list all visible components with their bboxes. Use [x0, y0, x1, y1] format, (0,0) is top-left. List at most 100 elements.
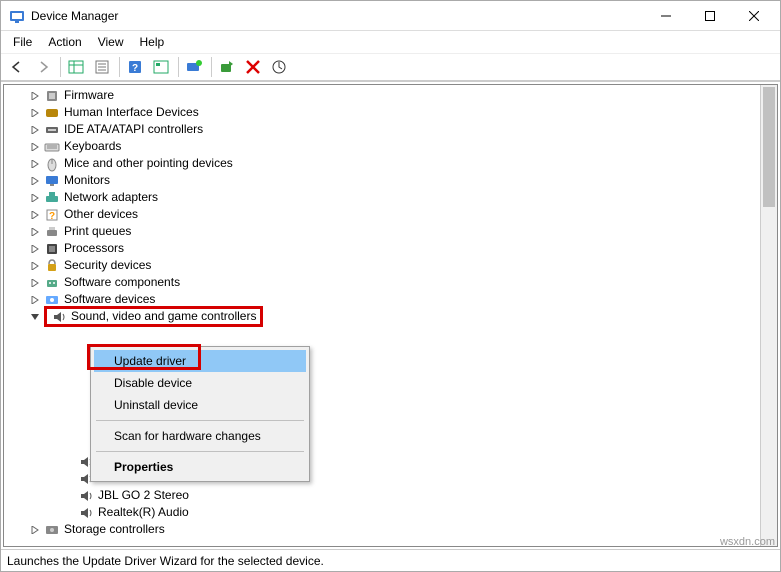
menubar: File Action View Help — [1, 31, 780, 53]
context-menu-item[interactable]: Properties — [94, 456, 306, 478]
toolbar: ? — [1, 53, 780, 81]
expand-icon — [28, 106, 42, 120]
tree-item-label: Firmware — [64, 87, 114, 104]
tree-item-label: Print queues — [64, 223, 131, 240]
tree-item-label: Realtek(R) Audio — [98, 504, 189, 521]
device-tree-container: FirmwareHuman Interface DevicesIDE ATA/A… — [3, 84, 778, 547]
menu-action[interactable]: Action — [40, 33, 89, 51]
tree-item-label: Monitors — [64, 172, 110, 189]
tree-item-label: Sound, video and game controllers — [71, 308, 256, 325]
expand-icon — [28, 293, 42, 307]
watermark: wsxdn.com — [720, 536, 775, 548]
sound-icon — [51, 309, 67, 325]
no-expand — [62, 455, 76, 469]
scrollbar-thumb[interactable] — [763, 87, 775, 207]
expand-icon — [28, 140, 42, 154]
sound-icon — [78, 488, 94, 504]
svg-text:?: ? — [49, 211, 55, 222]
tree-item[interactable]: Realtek(R) Audio — [12, 504, 777, 521]
tree-item[interactable]: Mice and other pointing devices — [12, 155, 777, 172]
tree-item[interactable]: Security devices — [12, 257, 777, 274]
action-panel-button[interactable] — [149, 55, 173, 79]
highlight-sound-category: Sound, video and game controllers — [44, 306, 263, 327]
tree-item[interactable]: Processors — [12, 240, 777, 257]
tree-item[interactable]: Human Interface Devices — [12, 104, 777, 121]
tree-item-label: IDE ATA/ATAPI controllers — [64, 121, 203, 138]
svg-text:?: ? — [132, 63, 138, 74]
menu-view[interactable]: View — [90, 33, 132, 51]
close-button[interactable] — [732, 1, 776, 30]
back-button[interactable] — [5, 55, 29, 79]
statusbar: Launches the Update Driver Wizard for th… — [1, 549, 780, 571]
vertical-scrollbar[interactable] — [760, 85, 777, 546]
forward-button[interactable] — [31, 55, 55, 79]
tree-item[interactable]: Sound, video and game controllers — [12, 308, 777, 325]
show-hide-console-tree-button[interactable] — [64, 55, 88, 79]
content-area: FirmwareHuman Interface DevicesIDE ATA/A… — [1, 81, 780, 549]
properties-button[interactable] — [90, 55, 114, 79]
no-expand — [62, 472, 76, 486]
expand-icon — [28, 276, 42, 290]
tree-item-label: Software components — [64, 274, 180, 291]
other-icon: ? — [44, 207, 60, 223]
tree-item-label: JBL GO 2 Stereo — [98, 487, 189, 504]
tree-item-label: Keyboards — [64, 138, 121, 155]
no-expand — [62, 506, 76, 520]
chip-icon — [44, 88, 60, 104]
context-menu: Update driverDisable deviceUninstall dev… — [90, 346, 310, 482]
security-icon — [44, 258, 60, 274]
tree-item[interactable]: IDE ATA/ATAPI controllers — [12, 121, 777, 138]
tree-item[interactable]: Print queues — [12, 223, 777, 240]
component-icon — [44, 275, 60, 291]
mouse-icon — [44, 156, 60, 172]
printer-icon — [44, 224, 60, 240]
minimize-button[interactable] — [644, 1, 688, 30]
sound-icon — [78, 505, 94, 521]
cpu-icon — [44, 241, 60, 257]
expand-icon — [28, 208, 42, 222]
storage-icon — [44, 522, 60, 538]
tree-item-label: Network adapters — [64, 189, 158, 206]
tree-item-label: Processors — [64, 240, 124, 257]
expand-icon — [28, 225, 42, 239]
tree-item-label: Human Interface Devices — [64, 104, 199, 121]
maximize-button[interactable] — [688, 1, 732, 30]
expand-icon — [28, 157, 42, 171]
context-menu-divider — [96, 420, 304, 421]
enable-device-button[interactable] — [215, 55, 239, 79]
update-driver-button[interactable] — [182, 55, 206, 79]
expand-icon — [28, 174, 42, 188]
statusbar-text: Launches the Update Driver Wizard for th… — [7, 554, 324, 568]
titlebar: Device Manager — [1, 1, 780, 31]
tree-item-label: Storage controllers — [64, 521, 165, 538]
tree-item[interactable]: ?Other devices — [12, 206, 777, 223]
network-icon — [44, 190, 60, 206]
context-menu-item[interactable]: Disable device — [94, 372, 306, 394]
window-title: Device Manager — [31, 9, 644, 23]
expand-icon — [28, 123, 42, 137]
tree-item[interactable]: Keyboards — [12, 138, 777, 155]
expand-icon — [28, 242, 42, 256]
context-menu-divider — [96, 451, 304, 452]
tree-item[interactable]: Network adapters — [12, 189, 777, 206]
help-button[interactable]: ? — [123, 55, 147, 79]
expand-icon — [28, 89, 42, 103]
tree-item-label: Security devices — [64, 257, 151, 274]
tree-item[interactable]: JBL GO 2 Stereo — [12, 487, 777, 504]
menu-help[interactable]: Help — [132, 33, 173, 51]
tree-item[interactable]: Firmware — [12, 87, 777, 104]
expand-icon — [28, 523, 42, 537]
tree-item[interactable]: Monitors — [12, 172, 777, 189]
ide-icon — [44, 122, 60, 138]
tree-item[interactable]: Storage controllers — [12, 521, 777, 538]
context-menu-item[interactable]: Update driver — [94, 350, 306, 372]
uninstall-device-button[interactable] — [241, 55, 265, 79]
scan-hardware-button[interactable] — [267, 55, 291, 79]
expand-icon — [28, 191, 42, 205]
expand-icon — [28, 259, 42, 273]
menu-file[interactable]: File — [5, 33, 40, 51]
tree-item[interactable]: Software components — [12, 274, 777, 291]
no-expand — [62, 489, 76, 503]
context-menu-item[interactable]: Scan for hardware changes — [94, 425, 306, 447]
context-menu-item[interactable]: Uninstall device — [94, 394, 306, 416]
